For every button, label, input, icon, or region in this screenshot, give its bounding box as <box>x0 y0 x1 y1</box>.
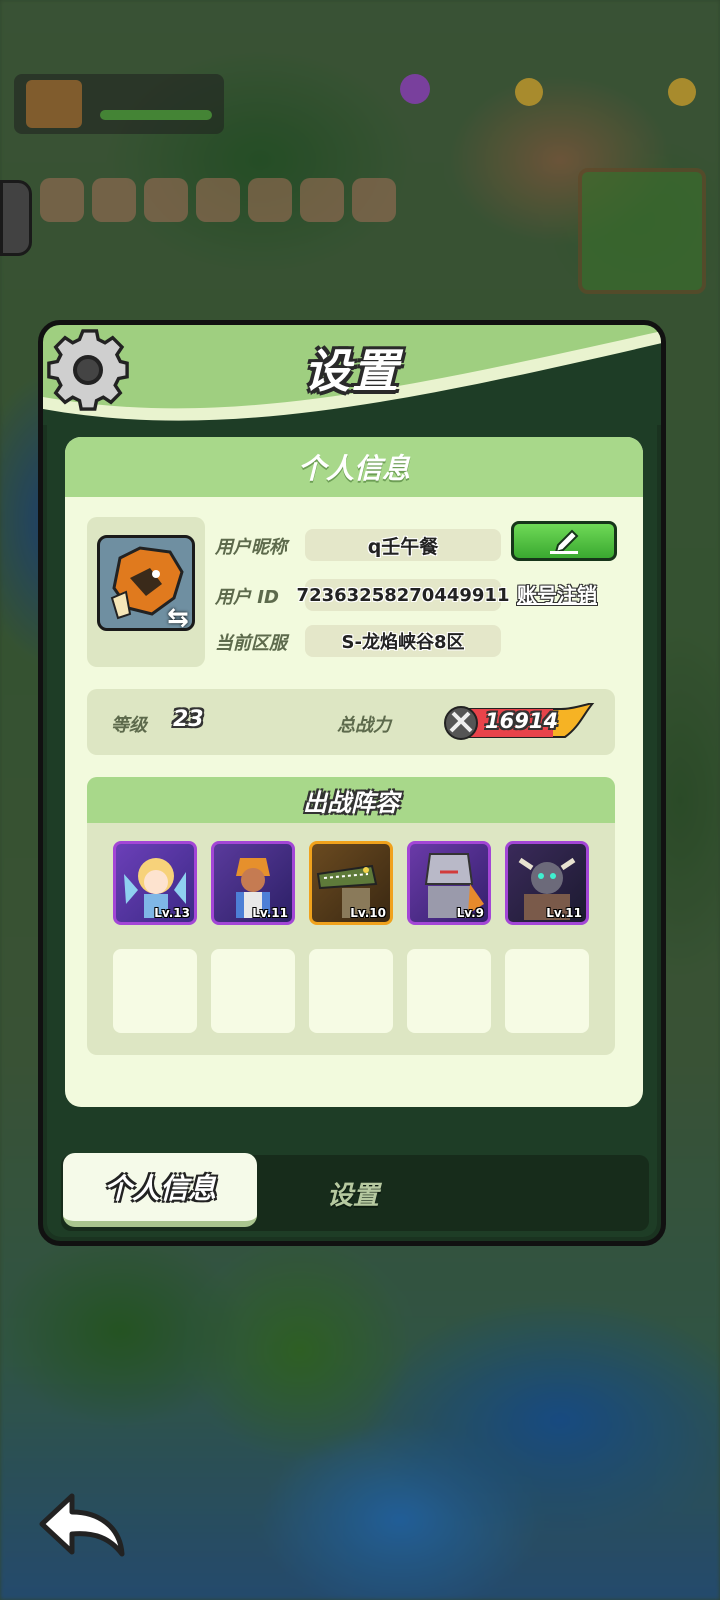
hero-row: Lv.13 Lv.11 Lv.10 Lv.9 Lv.11 <box>113 841 589 925</box>
account-deregister-link[interactable]: 账号注销 <box>517 579 597 608</box>
hero-card[interactable]: Lv.9 <box>407 841 491 925</box>
nickname-label: 用户昵称 <box>215 537 287 558</box>
avatar-frame: ⇆ <box>87 517 205 667</box>
hero-level: Lv.9 <box>456 906 484 920</box>
nickname-value: q壬午餐 <box>305 529 501 561</box>
power-value: 16914 <box>485 709 559 733</box>
level-label: 等级 <box>111 715 147 736</box>
hero-card[interactable]: Lv.11 <box>211 841 295 925</box>
tab-personal-info[interactable]: 个人信息 <box>63 1153 257 1227</box>
empty-slot-row <box>113 949 589 1033</box>
empty-hero-slot[interactable] <box>505 949 589 1033</box>
panel-title: 设置 <box>304 344 400 398</box>
hero-level: Lv.13 <box>154 906 190 920</box>
empty-hero-slot[interactable] <box>407 949 491 1033</box>
tab-settings[interactable]: 设置 <box>327 1175 379 1212</box>
tab-bar: 个人信息 设置 <box>61 1153 649 1231</box>
hero-card[interactable]: Lv.13 <box>113 841 197 925</box>
power-label: 总战力 <box>337 715 391 736</box>
server-value: S-龙焰峡谷8区 <box>305 625 501 657</box>
user-id-label: 用户 ID <box>215 587 279 608</box>
hero-card[interactable]: Lv.10 <box>309 841 393 925</box>
stats-row: 等级 23 总战力 16914 <box>87 689 615 755</box>
battle-lineup: 出战阵容 Lv.13 Lv.11 Lv.10 Lv.9 Lv.11 <box>87 777 615 1055</box>
empty-hero-slot[interactable] <box>113 949 197 1033</box>
personal-info-card: 个人信息 ⇆ 用户昵称 q壬午餐 用户 ID 72363258270449911… <box>65 437 643 1107</box>
card-title: 个人信息 <box>65 437 643 497</box>
pencil-icon <box>550 529 579 554</box>
settings-panel: 设置 个人信息 ⇆ 用户昵称 q壬午餐 用户 ID 72363258270449… <box>38 320 666 1246</box>
hero-card[interactable]: Lv.11 <box>505 841 589 925</box>
back-arrow-icon[interactable] <box>36 1490 128 1560</box>
hero-level: Lv.11 <box>252 906 288 920</box>
server-label: 当前区服 <box>215 633 287 654</box>
panel-header: 设置 <box>43 325 661 425</box>
power-badge: 16914 <box>443 703 595 743</box>
hero-level: Lv.10 <box>350 906 386 920</box>
lineup-title: 出战阵容 <box>87 777 615 823</box>
empty-hero-slot[interactable] <box>309 949 393 1033</box>
level-value: 23 <box>173 707 204 732</box>
swap-icon[interactable]: ⇆ <box>167 603 197 633</box>
user-id-value: 72363258270449911 <box>297 579 509 611</box>
edit-nickname-button[interactable] <box>511 521 617 561</box>
hero-level: Lv.11 <box>546 906 582 920</box>
empty-hero-slot[interactable] <box>211 949 295 1033</box>
